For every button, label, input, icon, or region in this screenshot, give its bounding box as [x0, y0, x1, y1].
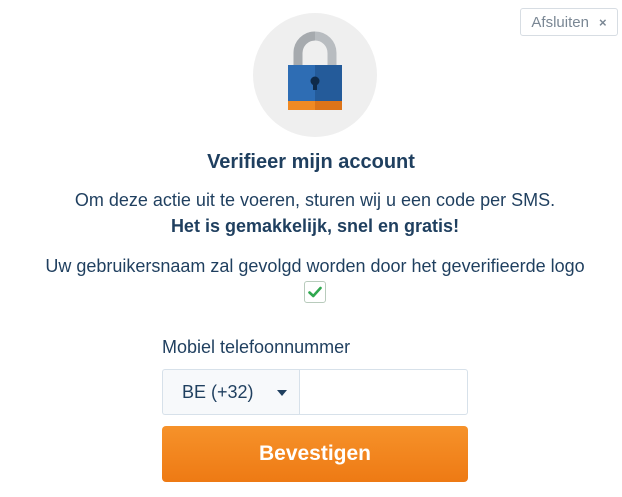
padlock-icon	[288, 31, 342, 110]
checkmark-icon	[308, 286, 322, 298]
verified-logo-badge	[304, 281, 326, 303]
phone-label: Mobiel telefoonnummer	[162, 337, 351, 357]
lock-illustration	[253, 13, 377, 137]
highlight-text: Het is gemakkelijk, snel en gratis!	[170, 216, 460, 236]
page-title: Verifieer mijn account	[207, 151, 415, 173]
country-code-value: BE (+32)	[182, 381, 254, 402]
phone-number-input[interactable]	[299, 369, 468, 415]
close-button[interactable]: Afsluiten ×	[520, 8, 618, 36]
confirm-button[interactable]: Bevestigen	[162, 426, 468, 482]
close-button-label: Afsluiten	[531, 13, 589, 31]
close-icon: ×	[598, 14, 607, 30]
caret-down-icon	[277, 390, 287, 396]
country-code-select[interactable]: BE (+32)	[162, 369, 299, 415]
description-text: Om deze actie uit te voeren, sturen wij …	[74, 190, 556, 210]
logo-note-text: Uw gebruikersnaam zal gevolgd worden doo…	[45, 256, 585, 276]
